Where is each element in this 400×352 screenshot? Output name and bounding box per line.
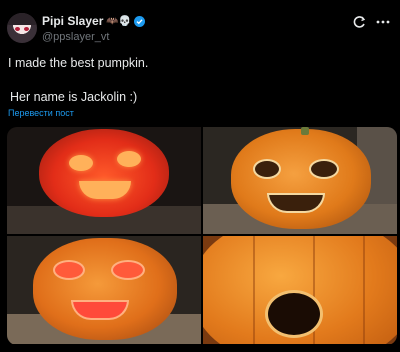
avatar-hair	[7, 13, 37, 25]
more-icon[interactable]	[376, 15, 390, 29]
pumpkin-eye	[69, 155, 93, 171]
verified-badge-icon[interactable]	[134, 15, 146, 27]
tweet-text: I made the best pumpkin. Her name is Jac…	[8, 56, 149, 104]
translate-post-link[interactable]: Перевести пост	[8, 108, 74, 118]
avatar[interactable]	[7, 13, 37, 43]
pumpkin	[39, 129, 169, 217]
author-handle[interactable]: @ppslayer_vt	[42, 31, 109, 43]
pumpkin-rib	[253, 236, 255, 344]
tweet-text-line-2: Her name is Jackolin :)	[10, 90, 138, 104]
pumpkin-eye	[309, 159, 339, 179]
name-emoji: 🦇💀	[106, 15, 132, 27]
pumpkin-photo-closeup[interactable]	[203, 236, 397, 344]
pumpkin-eye	[117, 151, 141, 167]
grok-icon[interactable]	[352, 15, 366, 29]
pumpkin-photo-lit-face[interactable]	[7, 236, 201, 344]
tweet-actions-top	[352, 15, 390, 29]
pumpkin-eye	[111, 260, 145, 280]
pumpkin-mouth	[267, 193, 325, 213]
avatar-eye-left	[15, 27, 20, 31]
pumpkin-mouth	[79, 181, 131, 199]
media-grid	[7, 127, 397, 345]
display-name[interactable]: Pipi Slayer	[42, 14, 103, 28]
author-name-row[interactable]: Pipi Slayer 🦇💀	[42, 14, 146, 28]
pumpkin-photo-glowing[interactable]	[7, 127, 201, 234]
pumpkin	[231, 127, 371, 229]
pumpkin-mouth	[71, 300, 129, 320]
avatar-eye-right	[24, 27, 29, 31]
pumpkin-rib	[363, 236, 365, 344]
pumpkin-stem	[301, 127, 309, 135]
pumpkin-photo-daylight[interactable]	[203, 127, 397, 234]
pumpkin-eye	[253, 159, 281, 179]
pumpkin-hole	[265, 290, 323, 338]
pumpkin-eye	[53, 260, 85, 280]
pumpkin	[33, 238, 177, 340]
tweet-text-line-1: I made the best pumpkin.	[8, 56, 149, 70]
